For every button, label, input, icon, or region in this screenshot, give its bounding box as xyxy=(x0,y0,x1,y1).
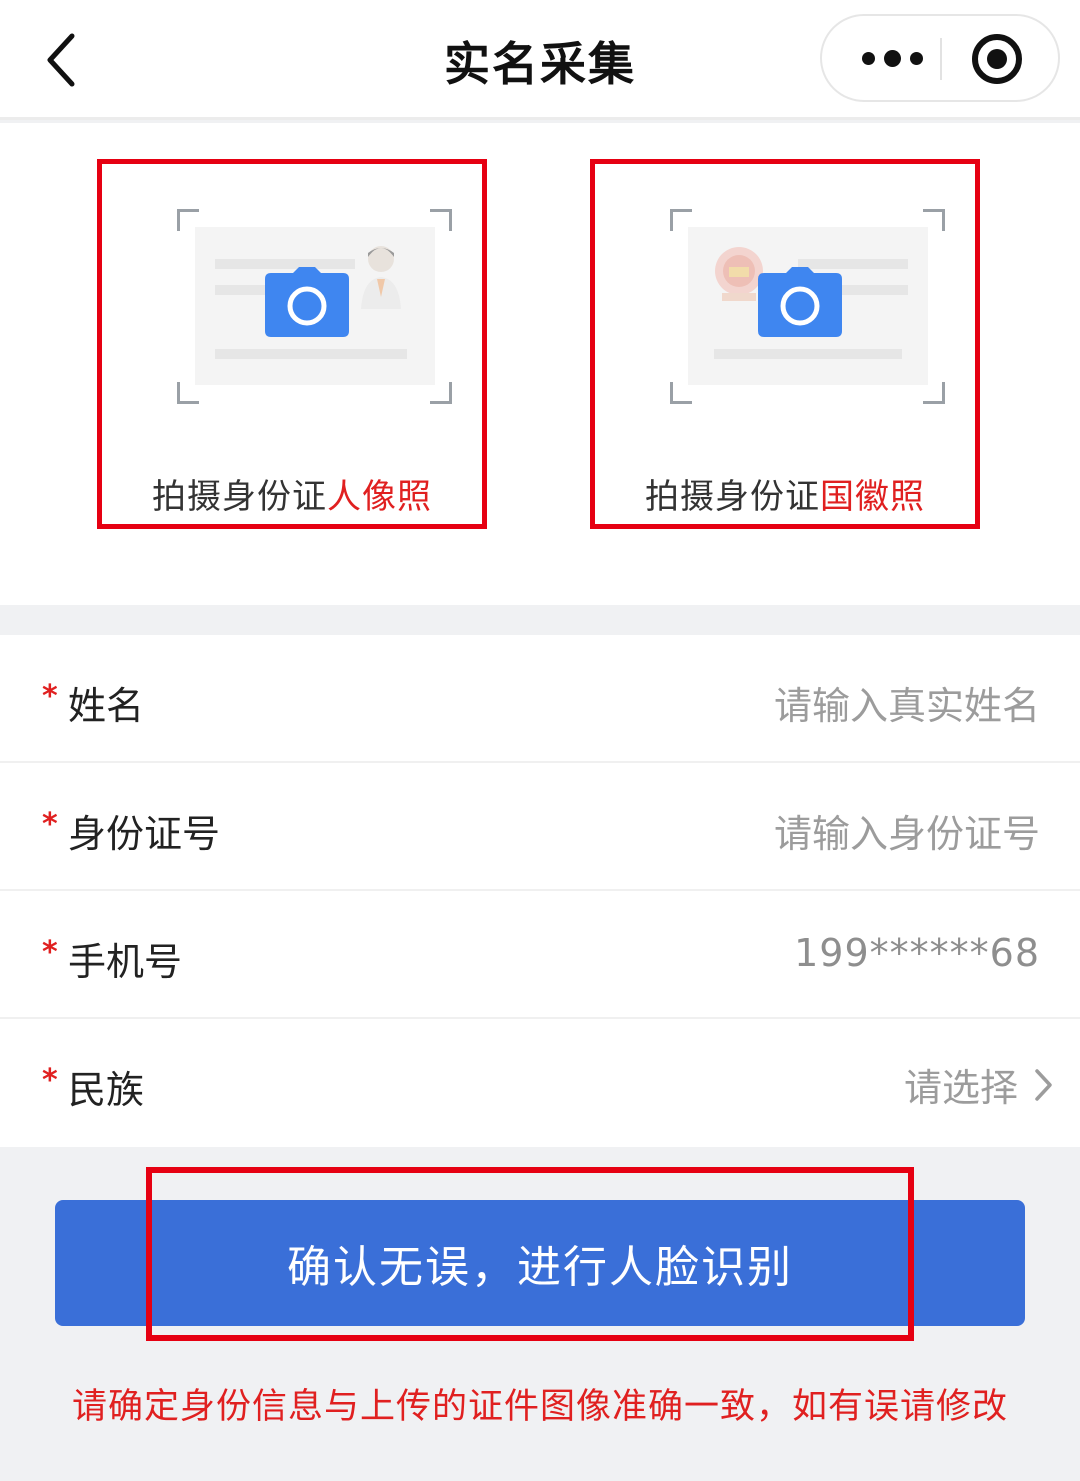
required-mark: * xyxy=(42,935,58,970)
more-dots-icon xyxy=(861,51,875,65)
scan-frame xyxy=(670,209,945,404)
mini-program-capsule xyxy=(820,14,1060,102)
capsule-divider xyxy=(940,38,942,80)
id-number-row: * 身份证号 请输入身份证号 xyxy=(0,763,1080,891)
id-number-input[interactable]: 请输入身份证号 xyxy=(774,803,1040,858)
name-input[interactable]: 请输入真实姓名 xyxy=(774,675,1040,730)
chevron-right-icon xyxy=(1032,1067,1054,1103)
name-row: * 姓名 请输入真实姓名 xyxy=(0,635,1080,763)
close-button[interactable] xyxy=(972,34,1022,84)
id-number-label: 身份证号 xyxy=(68,812,221,856)
id-card-front-illustration xyxy=(195,227,435,385)
id-upload-section: 拍摄身份证人像照 拍摄身份证国徽照 xyxy=(0,123,1080,605)
ethnicity-select[interactable]: 请选择 xyxy=(904,1057,1054,1112)
phone-label: 手机号 xyxy=(68,940,183,984)
required-mark: * xyxy=(42,807,58,842)
confirm-face-recognition-button[interactable]: 确认无误，进行人脸识别 xyxy=(55,1200,1025,1326)
verification-notice: 请确定身份信息与上传的证件图像准确一致，如有误请修改 xyxy=(71,1387,1008,1427)
camera-icon xyxy=(265,267,349,337)
portrait-photo-label: 拍摄身份证人像照 xyxy=(152,477,432,517)
person-silhouette-icon xyxy=(361,246,401,309)
phone-row: * 手机号 199******68 xyxy=(0,891,1080,1019)
scan-frame xyxy=(177,209,452,404)
upload-emblem-card[interactable]: 拍摄身份证国徽照 xyxy=(590,159,980,529)
ethnicity-row[interactable]: * 民族 请选择 xyxy=(0,1019,1080,1147)
ethnicity-label: 民族 xyxy=(68,1068,145,1112)
required-mark: * xyxy=(42,679,58,714)
name-label: 姓名 xyxy=(68,684,145,728)
upload-portrait-card[interactable]: 拍摄身份证人像照 xyxy=(97,159,487,529)
camera-icon xyxy=(758,267,842,337)
ethnicity-placeholder: 请选择 xyxy=(903,1066,1018,1110)
more-button[interactable] xyxy=(844,16,940,100)
id-card-back-illustration xyxy=(688,227,928,385)
phone-value: 199******68 xyxy=(794,931,1040,975)
required-mark: * xyxy=(42,1063,58,1098)
navigation-bar: 实名采集 xyxy=(0,0,1080,120)
identity-form: * 姓名 请输入真实姓名 * 身份证号 请输入身份证号 * 手机号 199***… xyxy=(0,635,1080,1147)
emblem-photo-label: 拍摄身份证国徽照 xyxy=(645,477,925,517)
